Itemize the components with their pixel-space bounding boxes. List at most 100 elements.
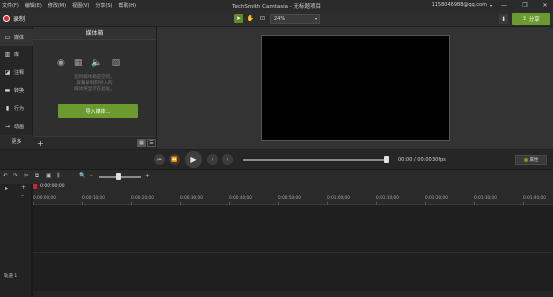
- pan-tool-icon[interactable]: ✋: [246, 14, 255, 23]
- scrubber-handle[interactable]: [383, 156, 389, 163]
- image-icon: ▧: [111, 58, 121, 68]
- previous-frame-icon[interactable]: ‹: [207, 154, 218, 165]
- remove-track-icon[interactable]: –: [21, 192, 24, 199]
- sidebar-item-media[interactable]: ▭ 媒体: [0, 29, 33, 46]
- preview-canvas[interactable]: [261, 35, 450, 141]
- timecode: 00:00 / 00:00: [398, 157, 432, 163]
- close-button[interactable]: ✕: [538, 0, 552, 11]
- more-button[interactable]: 更多: [0, 135, 33, 148]
- download-icon[interactable]: ⬇: [499, 14, 508, 24]
- step-back-icon[interactable]: ⏮: [154, 154, 165, 165]
- panel-title: 媒体箱: [33, 27, 156, 40]
- sidebar-item-label: 媒体: [14, 35, 25, 41]
- ruler-tick-label: 0:01:40;00: [523, 195, 546, 200]
- collapse-tracks-icon[interactable]: ▸: [5, 185, 8, 192]
- grid-view-icon[interactable]: ▦: [137, 139, 146, 147]
- chevron-down-icon[interactable]: ▾: [490, 3, 492, 8]
- main-toolbar: 录制 ➤ ✋ ⊡ 24% ▾ ⬇ ⇪ 分享: [0, 11, 553, 27]
- select-tool-icon[interactable]: ➤: [234, 14, 243, 23]
- title-bar: 文件(F) 编辑(E) 修改(M) 视图(V) 分享(S) 帮助(H) Tech…: [0, 0, 553, 11]
- sidebar-item-annotations[interactable]: ◪ 注释: [0, 64, 33, 81]
- zoom-value: 24%: [274, 16, 286, 22]
- audio-icon: 🔈: [91, 58, 103, 68]
- sidebar-item-label: 行为: [14, 106, 25, 112]
- zoom-slider-handle[interactable]: [115, 173, 121, 180]
- ruler-tick-label: 0:00:20;00: [131, 195, 154, 200]
- canvas-area: [157, 27, 553, 149]
- sidebar: ▭ 媒体 ▥ 库 ◪ 注释 ▬ 转换 ▮ 行为 → 动画 更多: [0, 27, 33, 149]
- empty-media-message: 您的媒体箱是空的。 屏幕录制和导入的 媒体将显示在此处。: [74, 75, 115, 92]
- add-icon[interactable]: +: [37, 139, 44, 148]
- media-bin-icon: ▭: [4, 34, 11, 41]
- sidebar-item-label: 转换: [14, 88, 25, 94]
- playhead[interactable]: [33, 184, 37, 189]
- crop-tool-icon[interactable]: ⊡: [258, 14, 267, 23]
- minimize-button[interactable]: —: [497, 0, 511, 11]
- copy-icon[interactable]: ⧉: [35, 173, 39, 180]
- undo-icon[interactable]: ↶: [3, 173, 8, 179]
- timeline-tracks[interactable]: [33, 205, 553, 297]
- split-icon[interactable]: ⫼: [57, 173, 60, 180]
- fps-readout: 30fps: [432, 157, 446, 163]
- ruler-tick-label: 0:00:10;00: [82, 195, 105, 200]
- zoom-select[interactable]: 24% ▾: [270, 14, 320, 24]
- zoom-out-icon[interactable]: –: [90, 173, 93, 179]
- next-frame-icon[interactable]: ›: [222, 154, 233, 165]
- chevron-down-icon: ▾: [314, 16, 317, 21]
- ruler-tick-label: 0:00:00;00: [33, 195, 56, 200]
- paste-icon[interactable]: ▣: [46, 173, 51, 179]
- sidebar-item-animations[interactable]: → 动画: [0, 118, 33, 135]
- share-button[interactable]: ⇪ 分享: [512, 13, 550, 25]
- record-label: 录制: [13, 16, 26, 23]
- record-icon: [3, 15, 10, 22]
- video-icon: ▦: [73, 58, 83, 68]
- sidebar-item-behaviors[interactable]: ▮ 行为: [0, 100, 33, 117]
- ruler-tick-label: 0:01:10;00: [376, 195, 399, 200]
- animations-icon: →: [4, 123, 11, 130]
- redo-icon[interactable]: ↷: [13, 173, 18, 179]
- ruler-tick-label: 0:01:00;00: [327, 195, 350, 200]
- record-media-icon: ◉: [57, 58, 65, 68]
- cut-icon[interactable]: ✂: [24, 173, 29, 179]
- properties-label: 属性: [529, 158, 539, 163]
- playback-scrubber[interactable]: [243, 159, 387, 161]
- media-type-icons: ◉ ▦ 🔈 ▧: [57, 58, 120, 68]
- ruler-tick-label: 0:01:30;00: [474, 195, 497, 200]
- record-button[interactable]: 录制: [3, 14, 25, 23]
- play-icon: ▶: [190, 155, 197, 164]
- behaviors-icon: ▮: [5, 105, 10, 112]
- account-email[interactable]: 1158046988@qq.com: [432, 2, 487, 8]
- ruler-tick-label: 0:00:30;00: [180, 195, 203, 200]
- play-button[interactable]: ▶: [185, 151, 202, 168]
- media-bin-panel: 媒体箱 ◉ ▦ 🔈 ▧ 您的媒体箱是空的。 屏幕录制和导入的 媒体将显示在此处。…: [33, 27, 156, 149]
- track-divider: [33, 252, 553, 253]
- playback-bar: ⏮ ⏪ ▶ ‹ › 00:00 / 00:00 30fps 属性: [0, 149, 553, 169]
- sidebar-item-library[interactable]: ▥ 库: [0, 46, 33, 63]
- track-header-column: ▸ + – 轨道 1: [0, 184, 32, 297]
- ruler-tick-label: 0:00:40;00: [229, 195, 252, 200]
- zoom-icon[interactable]: 🔍: [79, 173, 86, 179]
- properties-icon: [523, 158, 528, 162]
- rewind-icon[interactable]: ⏪: [169, 154, 180, 165]
- list-view-icon[interactable]: ☰: [147, 139, 156, 147]
- properties-button[interactable]: 属性: [515, 155, 547, 165]
- import-media-button[interactable]: 导入媒体...: [58, 104, 138, 118]
- timeline-ruler[interactable]: 0:00:00;00 0:00:00;00 0:00:10;00 0:00:20;0…: [33, 184, 553, 205]
- transitions-icon: ▬: [4, 87, 11, 94]
- zoom-in-icon[interactable]: +: [145, 173, 150, 179]
- share-label: 分享: [528, 17, 540, 23]
- timeline-toolbar: ↶ ↷ ✂ ⧉ ▣ ⫼ 🔍 – +: [0, 170, 553, 184]
- annotations-icon: ◪: [4, 69, 11, 76]
- sidebar-item-label: 动画: [14, 124, 25, 130]
- track-label: 轨道 1: [4, 274, 18, 279]
- maximize-button[interactable]: ❐: [518, 0, 532, 11]
- playhead-time: 0:00:00;00: [40, 184, 65, 189]
- timeline-scrollbar[interactable]: [33, 291, 553, 297]
- add-track-icon[interactable]: +: [21, 184, 26, 191]
- sidebar-item-transitions[interactable]: ▬ 转换: [0, 82, 33, 99]
- sidebar-item-label: 库: [14, 52, 20, 58]
- ruler-tick-label: 0:00:50;00: [278, 195, 301, 200]
- ruler-tick-label: 0:01:20;00: [425, 195, 448, 200]
- panel-footer: + ▦ ☰: [33, 136, 156, 149]
- sidebar-item-label: 注释: [14, 70, 25, 76]
